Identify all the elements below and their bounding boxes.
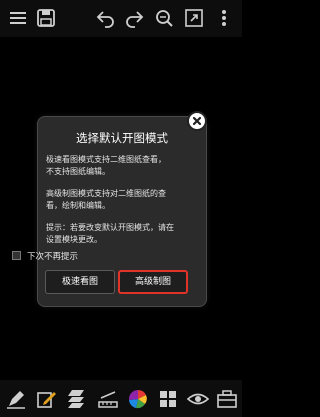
undo-icon[interactable] <box>94 6 118 30</box>
bottom-toolbar <box>0 380 242 417</box>
dont-show-again-checkbox[interactable] <box>12 251 21 260</box>
measure-icon[interactable] <box>96 387 120 411</box>
blocks-icon[interactable] <box>156 387 180 411</box>
advanced-mode-description: 高级制图模式支持对二维图纸的查 看，绘制和编辑。 <box>46 189 166 210</box>
zoom-icon[interactable] <box>152 6 176 30</box>
view-icon[interactable] <box>186 387 210 411</box>
top-toolbar <box>0 0 242 37</box>
fullscreen-icon[interactable] <box>182 6 206 30</box>
color-icon[interactable] <box>126 387 150 411</box>
toolbox-icon[interactable] <box>215 387 239 411</box>
advanced-draw-button[interactable]: 高级制图 <box>118 270 188 294</box>
tip-text: 提示：若要改变默认开图模式，请在 设置模块更改。 <box>46 223 174 244</box>
quick-mode-description: 极速看图模式支持二维图纸查看， 不支持图纸编辑。 <box>46 155 166 176</box>
checkbox-label: 下次不再提示 <box>27 252 79 262</box>
edit-icon[interactable] <box>34 387 58 411</box>
close-button[interactable] <box>187 111 207 131</box>
layer-icon[interactable] <box>64 387 88 411</box>
menu-icon[interactable] <box>6 6 30 30</box>
save-icon[interactable] <box>34 6 58 30</box>
draw-icon[interactable] <box>4 387 28 411</box>
redo-icon[interactable] <box>122 6 146 30</box>
more-icon[interactable] <box>212 6 236 30</box>
quick-view-button[interactable]: 极速看图 <box>45 270 115 294</box>
close-icon <box>192 116 202 126</box>
dialog-title: 选择默认开图模式 <box>76 131 168 145</box>
